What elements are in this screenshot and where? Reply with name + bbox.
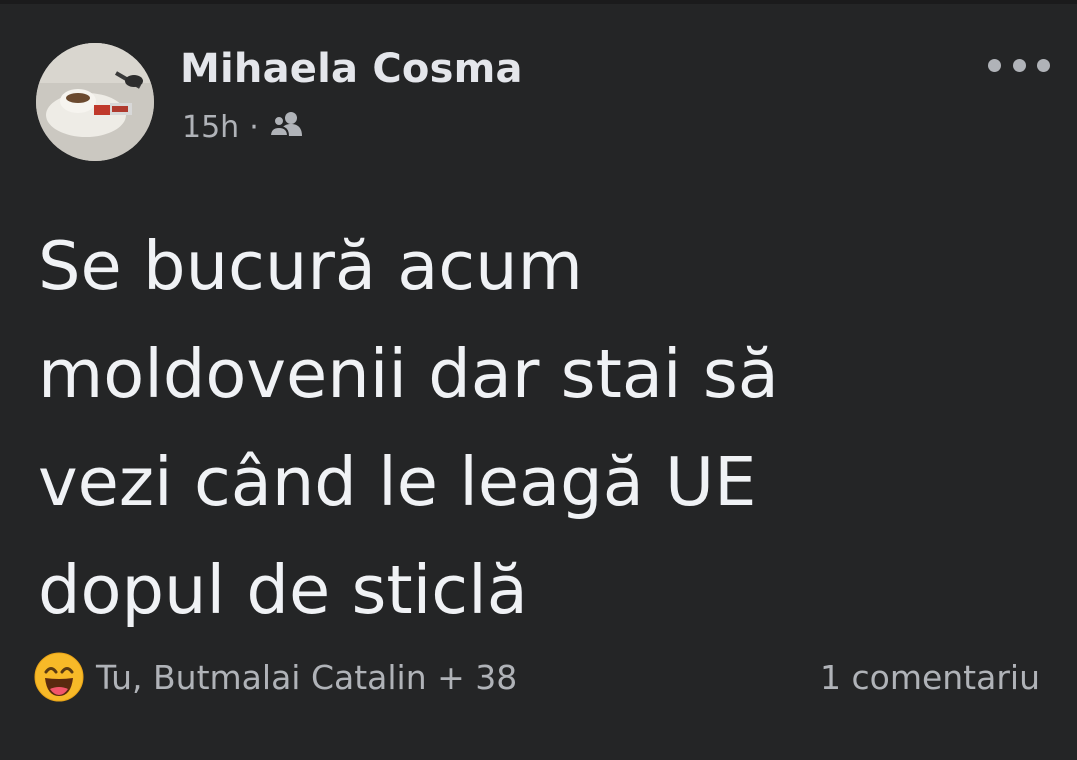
more-dot (988, 58, 1001, 72)
reactions-names: Tu, Butmalai Catalin + 38 (96, 657, 518, 697)
more-dot (1012, 58, 1026, 72)
more-dot (1037, 58, 1050, 72)
top-edge-divider (0, 0, 1077, 4)
meta-separator: · (249, 110, 259, 145)
post-text-line: moldovenii dar stai să (38, 335, 779, 413)
post-text: Se bucură acum moldovenii dar stai să ve… (38, 212, 1038, 644)
post-timestamp[interactable]: 15h (182, 110, 239, 145)
more-options-icon[interactable] (988, 50, 1050, 80)
reactions-summary[interactable]: Tu, Butmalai Catalin + 38 (34, 652, 517, 702)
post-meta: 15h · (182, 110, 303, 145)
comments-count[interactable]: 1 comentariu (820, 658, 1040, 697)
avatar-photo (36, 43, 154, 161)
post-text-line: Se bucură acum (38, 227, 583, 305)
post-text-line: dopul de sticlă (38, 551, 528, 629)
haha-reaction-icon (34, 652, 84, 702)
author-name[interactable]: Mihaela Cosma (180, 46, 523, 92)
friends-icon[interactable] (268, 110, 303, 145)
post-text-line: vezi când le leagă UE (38, 443, 757, 521)
author-avatar[interactable] (36, 43, 154, 161)
